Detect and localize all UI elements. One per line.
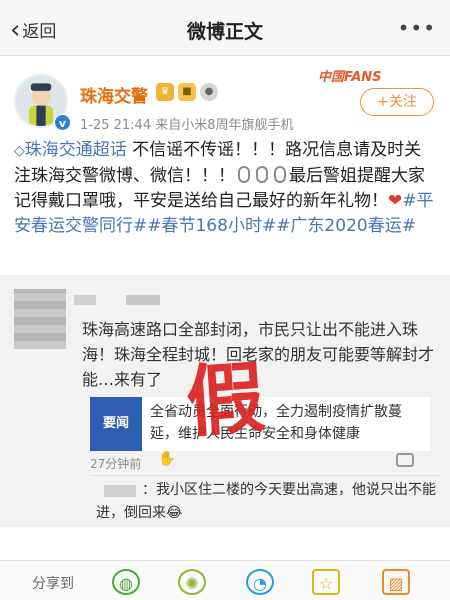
fans-decoration: 中国FANS (318, 70, 382, 85)
fake-stamp: 假 (183, 352, 268, 449)
gray-medal-icon: ● (200, 83, 218, 101)
post-meta: 1-25 21:44 来自小米8周年旗舰手机 (80, 118, 294, 133)
pixelated-name (74, 295, 96, 305)
diamond-icon: ◇ (14, 143, 25, 159)
hashtag-link[interactable]: #春节168小时# (147, 216, 276, 236)
news-icon: 要闻 (90, 397, 142, 451)
page-title: 微博正文 (186, 21, 263, 43)
heart-icon: ❤ (388, 191, 403, 211)
topic-link[interactable]: 珠海交通超话 (25, 140, 127, 160)
top-navbar: ‹ 返回 微博正文 ••• (0, 0, 450, 56)
yellow-badge-icon: ■ (178, 83, 196, 101)
hashtag-link[interactable]: #广东2020春运# (276, 216, 416, 236)
reply-text: ：我小区住二楼的今天要出高速，他说只出不能进，倒回来😂 (96, 482, 436, 521)
share-label: 分享到 (32, 576, 74, 592)
moments-icon[interactable]: ✺ (178, 569, 206, 595)
wechat-icon[interactable]: ◍ (112, 569, 140, 595)
comment-icon[interactable] (396, 453, 414, 467)
microphone-icon (238, 166, 250, 183)
divider (90, 475, 440, 476)
post-content: ◇珠海交通超话 不信谣不传谣！！！路况信息请及时关注珠海交警微博、微信！！！ 最后… (14, 138, 438, 239)
more-options-icon[interactable]: ••• (398, 16, 436, 40)
hand-icon: ✋ (158, 451, 176, 467)
image-share-icon[interactable]: ▨ (382, 569, 410, 595)
crown-badge-icon: ♛ (156, 83, 174, 101)
follow-button[interactable]: +关注 (360, 88, 434, 116)
repost-time: 27分钟前 (90, 457, 142, 471)
favorite-star-icon[interactable]: ☆ (312, 569, 340, 595)
microphone-icon (274, 166, 286, 183)
share-bar: 分享到 ◍ ✺ ◔ ☆ ▨ (0, 560, 450, 600)
user-badges: ♛ ■ ● (156, 83, 218, 101)
pixelated-name (126, 295, 160, 305)
pixelated-avatar (14, 289, 66, 349)
author-name[interactable]: 珠海交警 (80, 82, 148, 107)
microphone-icon (256, 166, 268, 183)
verified-badge-icon: v (54, 114, 71, 131)
qq-icon[interactable]: ◔ (246, 569, 274, 595)
